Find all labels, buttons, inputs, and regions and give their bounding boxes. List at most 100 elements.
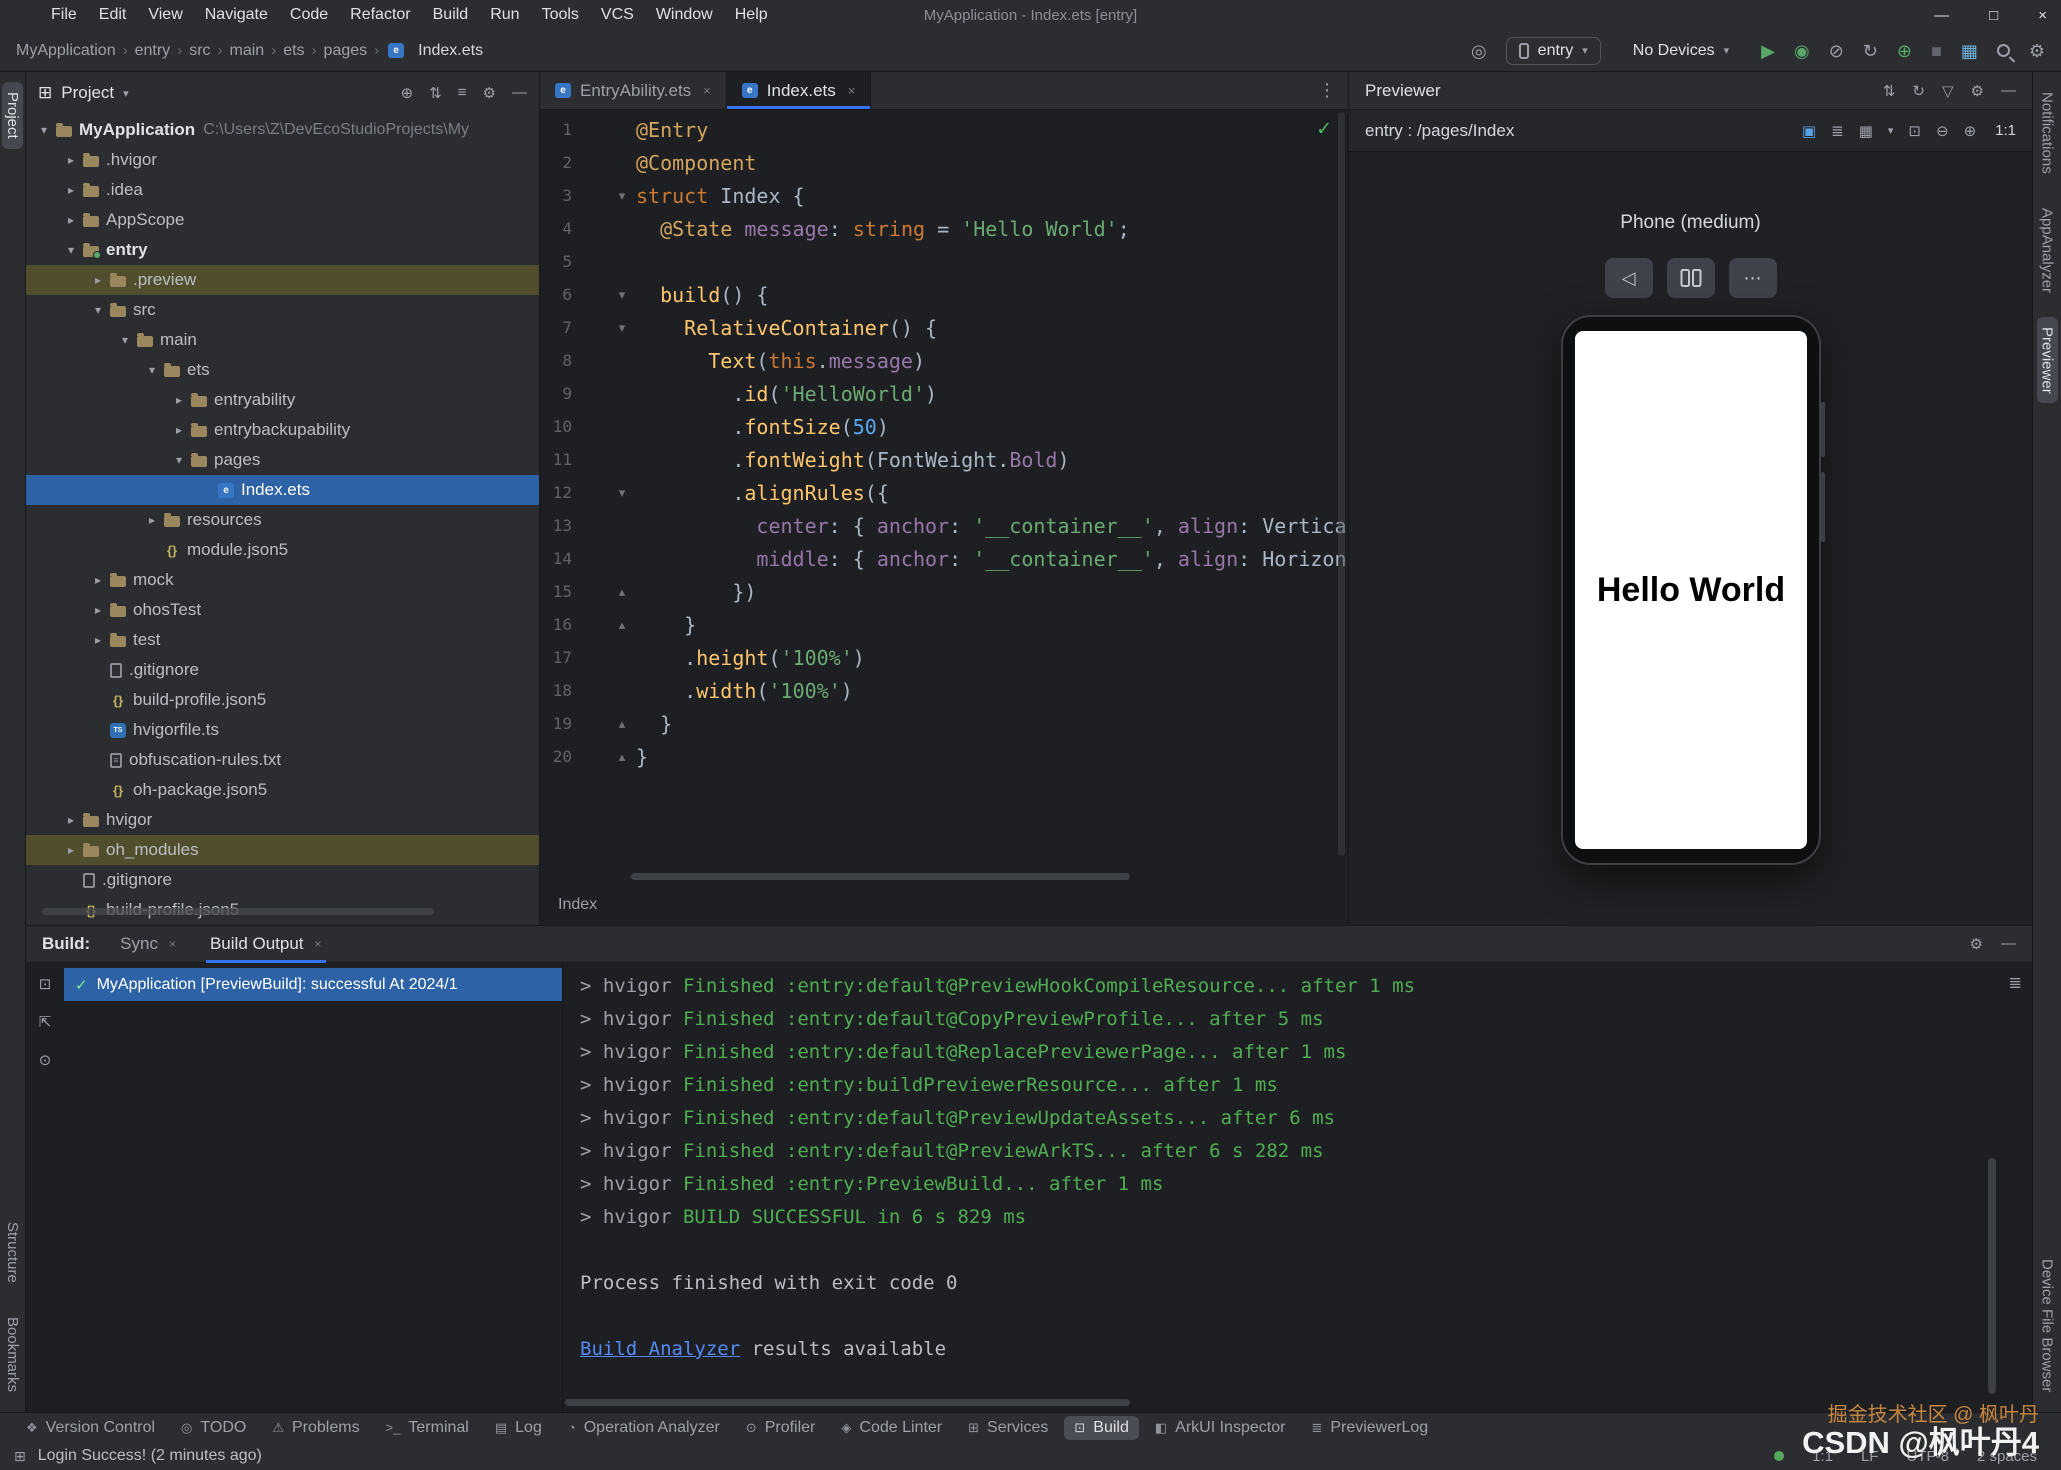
code-text[interactable]: }) xyxy=(636,580,756,604)
chevron-right-icon[interactable]: ▸ xyxy=(88,633,108,647)
chevron-down-icon[interactable]: ▾ xyxy=(34,123,54,137)
console-vertical-scrollbar[interactable] xyxy=(1988,1158,1996,1394)
tool-window-button-todo[interactable]: ◎ TODO xyxy=(171,1416,256,1440)
menu-run[interactable]: Run xyxy=(479,6,530,23)
tool-button-structure[interactable]: Structure xyxy=(2,1212,23,1293)
status-message[interactable]: Login Success! (2 minutes ago) xyxy=(38,1447,262,1465)
breadcrumb-item-index-ets[interactable]: Index.ets xyxy=(386,42,483,60)
fold-icon[interactable]: ▴ xyxy=(612,617,632,633)
tree-item-entrybackupability[interactable]: ▸ entrybackupability xyxy=(26,415,539,445)
tool-button-bookmarks[interactable]: Bookmarks xyxy=(2,1307,23,1402)
tool-window-button-code-linter[interactable]: ◈ Code Linter xyxy=(831,1416,952,1440)
tree-item-idea[interactable]: ▸ .idea xyxy=(26,175,539,205)
settings-icon[interactable]: ⚙ xyxy=(483,84,496,102)
preview-back-button[interactable]: ◁ xyxy=(1604,258,1653,298)
editor-breadcrumb-item[interactable]: Index xyxy=(558,896,597,914)
code-text[interactable]: build() { xyxy=(636,283,768,307)
tree-item-main[interactable]: ▾ main xyxy=(26,325,539,355)
export-icon[interactable]: ⇱ xyxy=(39,1013,52,1031)
locate-file-icon[interactable]: ⊕ xyxy=(401,84,414,102)
settings-button[interactable]: ⚙ xyxy=(2029,42,2045,60)
tool-window-button-version-control[interactable]: ❖ Version Control xyxy=(16,1416,165,1440)
breadcrumb-item-pages[interactable]: pages xyxy=(324,42,368,60)
tree-item-myapplication[interactable]: ▾ MyApplication C:\Users\Z\DevEcoStudioPro… xyxy=(26,115,539,145)
tree-item-module-json5[interactable]: module.json5 xyxy=(26,535,539,565)
chevron-down-icon[interactable]: ▾ xyxy=(123,87,129,100)
fold-icon[interactable]: ▴ xyxy=(612,716,632,732)
maximize-button[interactable]: □ xyxy=(1989,7,1998,24)
run-button[interactable]: ▶ xyxy=(1761,42,1775,60)
status-item-2-spaces[interactable]: 2 spaces xyxy=(1977,1448,2037,1465)
inspection-ok-icon[interactable]: ✓ xyxy=(1316,118,1332,141)
close-icon[interactable]: × xyxy=(169,937,176,951)
code-text[interactable]: .height('100%') xyxy=(636,646,865,670)
pin-icon[interactable]: ⊙ xyxy=(39,1051,52,1069)
hide-panel-icon[interactable]: — xyxy=(2001,935,2016,953)
chevron-down-icon[interactable]: ▾ xyxy=(115,333,135,347)
code-text[interactable]: .fontWeight(FontWeight.Bold) xyxy=(636,448,1069,472)
chevron-down-icon[interactable]: ▾ xyxy=(169,453,189,467)
tree-item-gitignore[interactable]: .gitignore xyxy=(26,655,539,685)
tree-item-obfuscation-rules-txt[interactable]: obfuscation-rules.txt xyxy=(26,745,539,775)
code-text[interactable]: } xyxy=(636,712,672,736)
minimize-button[interactable]: — xyxy=(1934,7,1949,24)
tool-button-project[interactable]: Project xyxy=(2,82,23,149)
chevron-right-icon[interactable]: ▸ xyxy=(169,423,189,437)
chevron-right-icon[interactable]: ▸ xyxy=(169,393,189,407)
hide-panel-icon[interactable]: — xyxy=(2001,82,2016,100)
breadcrumb-item-ets[interactable]: ets xyxy=(283,42,304,60)
tool-window-button-build[interactable]: ⊡ Build xyxy=(1064,1415,1139,1440)
code-text[interactable]: .width('100%') xyxy=(636,679,853,703)
rerun-button[interactable]: ↻ xyxy=(1863,42,1878,60)
filter-icon[interactable]: ▽ xyxy=(1942,82,1954,100)
menu-navigate[interactable]: Navigate xyxy=(194,6,279,23)
chevron-right-icon[interactable]: ▸ xyxy=(88,573,108,587)
chevron-right-icon[interactable]: ▸ xyxy=(88,603,108,617)
fold-icon[interactable]: ▾ xyxy=(612,485,632,501)
code-text[interactable]: center: { anchor: '__container__', align… xyxy=(636,514,1346,538)
chevron-right-icon[interactable]: ▸ xyxy=(61,813,81,827)
status-item-utf-8[interactable]: UTF-8 xyxy=(1906,1448,1949,1465)
target-icon[interactable]: ◎ xyxy=(1471,42,1487,60)
tree-item-gitignore[interactable]: .gitignore xyxy=(26,865,539,895)
console-horizontal-scrollbar[interactable] xyxy=(565,1399,1130,1406)
fold-icon[interactable]: ▾ xyxy=(612,287,632,303)
tree-item-hvigor[interactable]: ▸ .hvigor xyxy=(26,145,539,175)
grid-icon[interactable]: ▦ xyxy=(1859,122,1873,140)
sort-icon[interactable]: ⇅ xyxy=(1883,82,1896,100)
stop-button[interactable]: ■ xyxy=(1931,42,1942,60)
chevron-right-icon[interactable]: ▸ xyxy=(61,153,81,167)
coverage-button[interactable]: ⊘ xyxy=(1829,42,1844,60)
tree-item-test[interactable]: ▸ test xyxy=(26,625,539,655)
menu-view[interactable]: View xyxy=(137,6,193,23)
chevron-right-icon[interactable]: ▸ xyxy=(61,843,81,857)
fold-icon[interactable]: ▾ xyxy=(612,320,632,336)
refresh-icon[interactable]: ↻ xyxy=(1912,82,1925,100)
code-area[interactable]: 1 @Entry 2 @Component 3 ▾ struct Index {4 @Sta… xyxy=(540,110,1348,885)
menu-code[interactable]: Code xyxy=(279,6,339,23)
code-text[interactable]: .id('HelloWorld') xyxy=(636,382,937,406)
close-button[interactable]: × xyxy=(2038,7,2047,24)
tree-item-preview[interactable]: ▸ .preview xyxy=(26,265,539,295)
run-config-select[interactable]: entry ▾ xyxy=(1505,36,1601,65)
layout-inspector-button[interactable]: ▦ xyxy=(1961,42,1978,60)
fold-icon[interactable]: ▴ xyxy=(612,749,632,765)
tool-window-button-arkui-inspector[interactable]: ◧ ArkUI Inspector xyxy=(1145,1416,1296,1440)
editor-tab-index-ets[interactable]: Index.ets × xyxy=(726,72,872,109)
tool-window-button-profiler[interactable]: ⊙ Profiler xyxy=(736,1416,826,1440)
attach-debugger-button[interactable]: ⊕ xyxy=(1897,42,1912,60)
tree-item-appscope[interactable]: ▸ AppScope xyxy=(26,205,539,235)
code-text[interactable]: @Component xyxy=(636,151,756,175)
tree-item-hvigor[interactable]: ▸ hvigor xyxy=(26,805,539,835)
menu-help[interactable]: Help xyxy=(724,6,779,23)
collapse-all-icon[interactable]: ⇅ xyxy=(429,84,442,102)
tree-item-index-ets[interactable]: Index.ets xyxy=(26,475,539,505)
code-text[interactable]: .alignRules({ xyxy=(636,481,889,505)
tool-button-appanalyzer[interactable]: AppAnalyzer xyxy=(2037,198,2058,303)
preview-more-button[interactable]: ⋯ xyxy=(1728,258,1777,298)
filter-icon[interactable]: ⊡ xyxy=(39,975,52,993)
chevron-down-icon[interactable]: ▾ xyxy=(142,363,162,377)
menu-tools[interactable]: Tools xyxy=(531,6,590,23)
expand-all-icon[interactable]: ≡ xyxy=(458,84,467,102)
settings-icon[interactable]: ⚙ xyxy=(1971,82,1984,100)
